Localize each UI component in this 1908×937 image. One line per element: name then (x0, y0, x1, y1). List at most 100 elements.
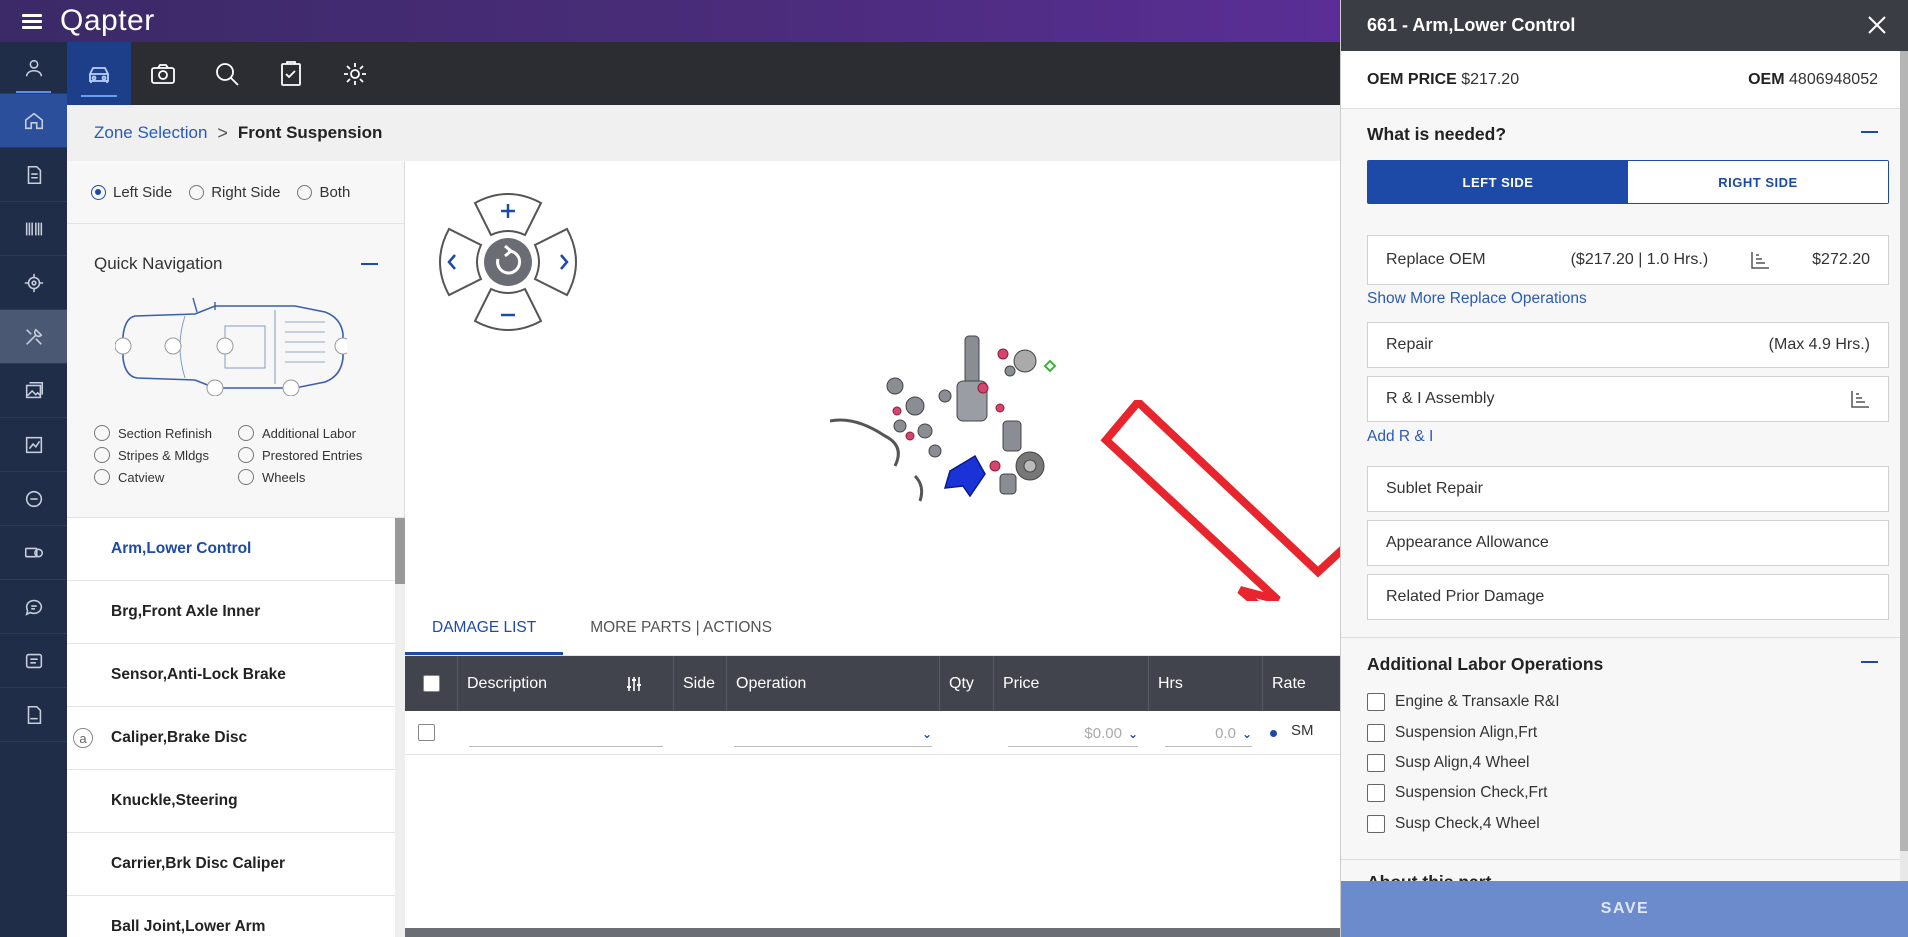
gallery-icon[interactable] (0, 364, 67, 418)
checkbox[interactable] (1367, 754, 1385, 772)
radio-left-side[interactable]: Left Side (91, 184, 172, 201)
breakdown-chart-icon[interactable] (1750, 251, 1770, 269)
radio-icon[interactable] (94, 425, 110, 441)
pan-right-icon[interactable] (533, 227, 577, 297)
radio-icon[interactable] (91, 184, 106, 200)
select-all-checkbox[interactable] (422, 675, 440, 692)
list-item[interactable]: Sensor,Anti-Lock Brake (67, 644, 405, 707)
appearance-allowance-option[interactable]: Appearance Allowance (1367, 520, 1889, 566)
scrollbar-thumb[interactable] (395, 518, 405, 584)
home-icon[interactable] (0, 94, 67, 148)
column-qty[interactable]: Qty (940, 656, 994, 711)
exploded-parts-illustration[interactable] (825, 326, 1065, 536)
right-side-button[interactable]: RIGHT SIDE (1628, 161, 1888, 203)
list-item[interactable]: Knuckle,Steering (67, 770, 405, 833)
target-icon[interactable] (0, 256, 67, 310)
sublet-repair-option[interactable]: Sublet Repair (1367, 466, 1889, 512)
labor-engine-transaxle[interactable]: Engine & Transaxle R&I (1367, 693, 1560, 711)
search-icon[interactable] (195, 42, 259, 105)
labor-suspension-align-frt[interactable]: Suspension Align,Frt (1367, 724, 1537, 742)
filter-sliders-icon[interactable] (625, 675, 643, 693)
horizontal-scrollbar[interactable] (405, 928, 1340, 937)
list-item[interactable]: Carrier,Brk Disc Caliper (67, 833, 405, 896)
labor-susp-align-4-wheel[interactable]: Susp Align,4 Wheel (1367, 754, 1529, 772)
checkbox[interactable] (1367, 815, 1385, 833)
collapse-icon[interactable] (361, 263, 378, 265)
gear-icon[interactable] (323, 42, 387, 105)
show-more-replace-link[interactable]: Show More Replace Operations (1367, 290, 1587, 308)
option-additional-labor[interactable]: Additional Labor (238, 425, 382, 441)
column-rate[interactable]: Rate (1263, 656, 1340, 711)
column-hrs[interactable]: Hrs (1149, 656, 1263, 711)
tab-damage-list[interactable]: DAMAGE LIST (405, 600, 564, 655)
related-prior-damage-option[interactable]: Related Prior Damage (1367, 574, 1889, 620)
left-side-button[interactable]: LEFT SIDE (1368, 161, 1628, 203)
breakdown-chart-icon[interactable] (1850, 390, 1870, 408)
rate-value[interactable]: SM (1291, 722, 1314, 739)
part-list-scrollbar[interactable] (395, 518, 405, 937)
list-item[interactable]: Brg,Front Axle Inner (67, 581, 405, 644)
option-wheels[interactable]: Wheels (238, 469, 382, 485)
tab-more-parts[interactable]: MORE PARTS | ACTIONS (563, 600, 799, 655)
radio-icon[interactable] (297, 184, 313, 200)
car-icon[interactable] (67, 42, 131, 105)
radio-icon[interactable] (94, 469, 110, 485)
chart-icon[interactable] (0, 418, 67, 472)
list-item[interactable]: Arm,Lower Control (67, 518, 405, 581)
column-description[interactable]: Description (458, 656, 674, 711)
column-side[interactable]: Side (674, 656, 727, 711)
collapse-icon[interactable] (1861, 131, 1878, 133)
reset-view-icon[interactable] (484, 238, 532, 286)
radio-icon[interactable] (94, 447, 110, 463)
operation-select[interactable]: ⌄ (734, 721, 932, 747)
zoom-out-icon[interactable] (473, 287, 543, 331)
pan-left-icon[interactable] (439, 227, 483, 297)
labor-suspension-check-frt[interactable]: Suspension Check,Frt (1367, 784, 1548, 802)
option-prestored-entries[interactable]: Prestored Entries (238, 447, 382, 463)
collapse-icon[interactable] (1861, 661, 1878, 663)
panel-scrollbar[interactable] (1900, 51, 1908, 881)
scrollbar-thumb[interactable] (1900, 51, 1908, 851)
table-row[interactable]: ⌄ $0.00 ⌄ 0.0 ⌄ SM (405, 711, 1340, 755)
labor-susp-check-4-wheel[interactable]: Susp Check,4 Wheel (1367, 815, 1540, 833)
list-item[interactable]: a Caliper,Brake Disc (67, 707, 405, 770)
checkbox[interactable] (1367, 724, 1385, 742)
option-catview[interactable]: Catview (94, 469, 238, 485)
replace-oem-option[interactable]: Replace OEM ($217.20 | 1.0 Hrs.) $272.20 (1367, 235, 1889, 285)
pdf-icon[interactable] (0, 688, 67, 742)
document-icon[interactable] (0, 148, 67, 202)
description-input[interactable] (469, 721, 663, 747)
chevron-down-icon[interactable]: ⌄ (922, 727, 932, 741)
checkbox[interactable] (1367, 784, 1385, 802)
column-operation[interactable]: Operation (727, 656, 940, 711)
chevron-down-icon[interactable]: ⌄ (1128, 727, 1138, 741)
checklist-icon[interactable] (259, 42, 323, 105)
barcode-icon[interactable] (0, 202, 67, 256)
radio-icon[interactable] (238, 425, 254, 441)
save-button[interactable]: SAVE (1341, 881, 1908, 937)
option-section-refinish[interactable]: Section Refinish (94, 425, 238, 441)
add-ri-link[interactable]: Add R & I (1367, 428, 1433, 446)
radio-both[interactable]: Both (297, 184, 350, 201)
close-icon[interactable] (1866, 14, 1888, 36)
hrs-select[interactable]: 0.0 ⌄ (1165, 721, 1252, 747)
notes-icon[interactable] (0, 634, 67, 688)
breadcrumb-zone-selection[interactable]: Zone Selection (94, 123, 207, 143)
minus-circle-icon[interactable] (0, 472, 67, 526)
list-item[interactable]: Ball Joint,Lower Arm (67, 896, 405, 937)
chevron-down-icon[interactable]: ⌄ (1242, 727, 1252, 741)
camera-icon[interactable] (131, 42, 195, 105)
radio-icon[interactable] (238, 469, 254, 485)
repair-option[interactable]: Repair (Max 4.9 Hrs.) (1367, 322, 1889, 368)
radio-icon[interactable] (189, 184, 205, 200)
option-stripes-mldgs[interactable]: Stripes & Mldgs (94, 447, 238, 463)
ri-assembly-option[interactable]: R & I Assembly (1367, 376, 1889, 422)
navigation-pad[interactable] (435, 189, 581, 335)
radio-right-side[interactable]: Right Side (189, 184, 280, 201)
tools-icon[interactable] (0, 310, 67, 364)
menu-icon[interactable] (22, 11, 42, 32)
row-checkbox[interactable] (418, 724, 435, 741)
chat-icon[interactable] (0, 580, 67, 634)
car-outline-icon[interactable] (115, 296, 347, 396)
user-icon[interactable] (0, 42, 67, 94)
